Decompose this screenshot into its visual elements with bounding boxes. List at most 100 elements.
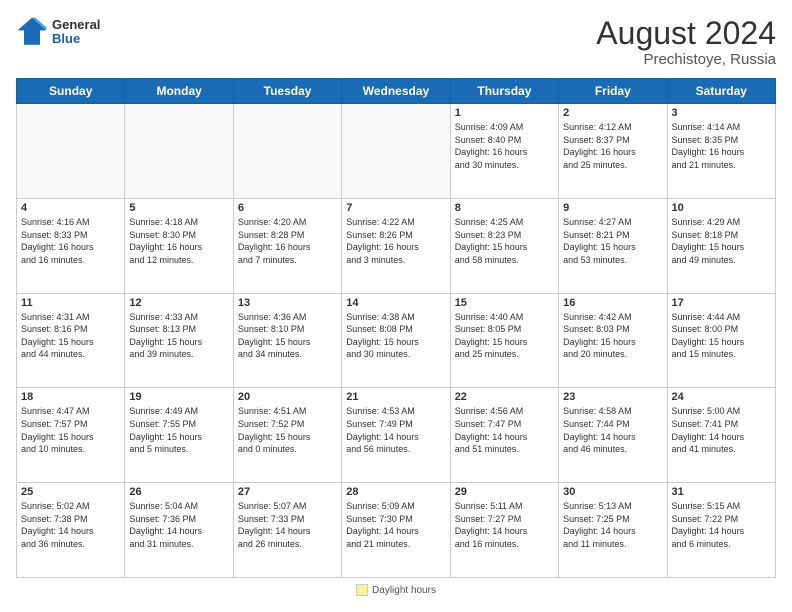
day-number: 27 — [238, 486, 337, 498]
day-info: Sunrise: 4:27 AM Sunset: 8:21 PM Dayligh… — [563, 216, 662, 266]
day-info: Sunrise: 4:22 AM Sunset: 8:26 PM Dayligh… — [346, 216, 445, 266]
day-info: Sunrise: 4:36 AM Sunset: 8:10 PM Dayligh… — [238, 311, 337, 361]
day-number: 7 — [346, 202, 445, 214]
calendar-cell: 21Sunrise: 4:53 AM Sunset: 7:49 PM Dayli… — [342, 388, 450, 483]
calendar-cell: 13 Sunrise: 4:36 AM Sunset: 8:10 PM Dayli… — [233, 293, 341, 388]
day-number: 9 — [563, 202, 662, 214]
calendar-cell: 8 Sunrise: 4:25 AM Sunset: 8:23 PM Daylig… — [450, 198, 558, 293]
calendar-week-2: 11 Sunrise: 4:31 AM Sunset: 8:16 PM Dayli… — [17, 293, 776, 388]
day-number: 11 — [21, 297, 120, 309]
logo-text: General Blue — [52, 18, 100, 47]
calendar-cell: 9 Sunrise: 4:27 AM Sunset: 8:21 PM Daylig… — [559, 198, 667, 293]
weekday-header-saturday: Saturday — [667, 79, 775, 104]
day-number: 10 — [672, 202, 771, 214]
weekday-header-thursday: Thursday — [450, 79, 558, 104]
day-info: Sunrise: 4:20 AM Sunset: 8:28 PM Dayligh… — [238, 216, 337, 266]
day-number: 24 — [672, 391, 771, 403]
day-number: 13 — [238, 297, 337, 309]
day-number: 14 — [346, 297, 445, 309]
calendar-cell: 12 Sunrise: 4:33 AM Sunset: 8:13 PM Dayli… — [125, 293, 233, 388]
day-info: Sunrise: 4:49 AM Sunset: 7:55 PM Dayligh… — [129, 405, 228, 455]
day-info: Sunrise: 4:47 AM Sunset: 7:57 PM Dayligh… — [21, 405, 120, 455]
daylight-legend-label: Daylight hours — [372, 585, 436, 596]
calendar-cell: 30 Sunrise: 5:13 AM Sunset: 7:25 PM Dayli… — [559, 483, 667, 578]
title-area: August 2024 Prechistoye, Russia — [596, 16, 776, 68]
day-info: Sunrise: 4:12 AM Sunset: 8:37 PM Dayligh… — [563, 121, 662, 171]
calendar-cell: 25 Sunrise: 5:02 AM Sunset: 7:38 PM Dayli… — [17, 483, 125, 578]
day-info: Sunrise: 4:51 AM Sunset: 7:52 PM Dayligh… — [238, 405, 337, 455]
day-info: Sunrise: 5:04 AM Sunset: 7:36 PM Dayligh… — [129, 500, 228, 550]
day-number: 18 — [21, 391, 120, 403]
calendar-cell: 2 Sunrise: 4:12 AM Sunset: 8:37 PM Daylig… — [559, 104, 667, 199]
weekday-header-row: SundayMondayTuesdayWednesdayThursdayFrid… — [17, 79, 776, 104]
day-info: Sunrise: 4:18 AM Sunset: 8:30 PM Dayligh… — [129, 216, 228, 266]
day-number: 4 — [21, 202, 120, 214]
day-number: 25 — [21, 486, 120, 498]
day-info: Sunrise: 5:15 AM Sunset: 7:22 PM Dayligh… — [672, 500, 771, 550]
day-number: 26 — [129, 486, 228, 498]
day-number: 6 — [238, 202, 337, 214]
weekday-header-sunday: Sunday — [17, 79, 125, 104]
footer: Daylight hours — [16, 584, 776, 596]
day-number: 12 — [129, 297, 228, 309]
calendar-table: SundayMondayTuesdayWednesdayThursdayFrid… — [16, 78, 776, 578]
day-info: Sunrise: 5:00 AM Sunset: 7:41 PM Dayligh… — [672, 405, 771, 455]
logo-line1: General — [52, 18, 100, 32]
day-number: 30 — [563, 486, 662, 498]
day-number: 5 — [129, 202, 228, 214]
calendar-cell: 18 Sunrise: 4:47 AM Sunset: 7:57 PM Dayli… — [17, 388, 125, 483]
calendar-cell — [125, 104, 233, 199]
day-number: 21 — [346, 391, 445, 403]
day-number: 2 — [563, 107, 662, 119]
day-info: Sunrise: 5:13 AM Sunset: 7:25 PM Dayligh… — [563, 500, 662, 550]
day-info: Sunrise: 4:58 AM Sunset: 7:44 PM Dayligh… — [563, 405, 662, 455]
calendar-cell: 11 Sunrise: 4:31 AM Sunset: 8:16 PM Dayli… — [17, 293, 125, 388]
calendar-week-1: 4 Sunrise: 4:16 AM Sunset: 8:33 PM Daylig… — [17, 198, 776, 293]
day-info: Sunrise: 4:16 AM Sunset: 8:33 PM Dayligh… — [21, 216, 120, 266]
day-info: Sunrise: 4:56 AM Sunset: 7:47 PM Dayligh… — [455, 405, 554, 455]
day-number: 29 — [455, 486, 554, 498]
day-info: Sunrise: 5:11 AM Sunset: 7:27 PM Dayligh… — [455, 500, 554, 550]
calendar-cell: 24 Sunrise: 5:00 AM Sunset: 7:41 PM Dayli… — [667, 388, 775, 483]
day-info: Sunrise: 4:31 AM Sunset: 8:16 PM Dayligh… — [21, 311, 120, 361]
day-info: Sunrise: 4:25 AM Sunset: 8:23 PM Dayligh… — [455, 216, 554, 266]
calendar-cell: 3Sunrise: 4:14 AM Sunset: 8:35 PM Daylig… — [667, 104, 775, 199]
day-info: Sunrise: 4:44 AM Sunset: 8:00 PM Dayligh… — [672, 311, 771, 361]
weekday-header-wednesday: Wednesday — [342, 79, 450, 104]
day-info: Sunrise: 4:14 AM Sunset: 8:35 PM Dayligh… — [672, 121, 771, 171]
calendar-cell: 27 Sunrise: 5:07 AM Sunset: 7:33 PM Dayli… — [233, 483, 341, 578]
daylight-legend-box — [356, 584, 368, 596]
weekday-header-monday: Monday — [125, 79, 233, 104]
day-number: 8 — [455, 202, 554, 214]
day-info: Sunrise: 4:33 AM Sunset: 8:13 PM Dayligh… — [129, 311, 228, 361]
day-info: Sunrise: 5:09 AM Sunset: 7:30 PM Dayligh… — [346, 500, 445, 550]
calendar-week-4: 25 Sunrise: 5:02 AM Sunset: 7:38 PM Dayli… — [17, 483, 776, 578]
day-number: 22 — [455, 391, 554, 403]
calendar-cell — [233, 104, 341, 199]
calendar-cell: 10Sunrise: 4:29 AM Sunset: 8:18 PM Dayli… — [667, 198, 775, 293]
calendar-cell: 26 Sunrise: 5:04 AM Sunset: 7:36 PM Dayli… — [125, 483, 233, 578]
day-info: Sunrise: 4:38 AM Sunset: 8:08 PM Dayligh… — [346, 311, 445, 361]
calendar-cell: 23 Sunrise: 4:58 AM Sunset: 7:44 PM Dayli… — [559, 388, 667, 483]
calendar-cell: 20Sunrise: 4:51 AM Sunset: 7:52 PM Dayli… — [233, 388, 341, 483]
day-number: 23 — [563, 391, 662, 403]
calendar-cell: 22 Sunrise: 4:56 AM Sunset: 7:47 PM Dayli… — [450, 388, 558, 483]
header: General Blue August 2024 Prechistoye, Ru… — [16, 16, 776, 68]
calendar-cell: 14 Sunrise: 4:38 AM Sunset: 8:08 PM Dayli… — [342, 293, 450, 388]
calendar-cell: 31 Sunrise: 5:15 AM Sunset: 7:22 PM Dayli… — [667, 483, 775, 578]
calendar-week-0: 1Sunrise: 4:09 AM Sunset: 8:40 PM Daylig… — [17, 104, 776, 199]
main-title: August 2024 — [596, 16, 776, 51]
calendar-cell: 4 Sunrise: 4:16 AM Sunset: 8:33 PM Daylig… — [17, 198, 125, 293]
day-number: 16 — [563, 297, 662, 309]
day-number: 15 — [455, 297, 554, 309]
day-info: Sunrise: 4:40 AM Sunset: 8:05 PM Dayligh… — [455, 311, 554, 361]
logo-line2: Blue — [52, 32, 100, 46]
calendar-cell: 1Sunrise: 4:09 AM Sunset: 8:40 PM Daylig… — [450, 104, 558, 199]
day-info: Sunrise: 4:09 AM Sunset: 8:40 PM Dayligh… — [455, 121, 554, 171]
day-info: Sunrise: 5:07 AM Sunset: 7:33 PM Dayligh… — [238, 500, 337, 550]
calendar-cell: 16Sunrise: 4:42 AM Sunset: 8:03 PM Dayli… — [559, 293, 667, 388]
calendar-cell: 17Sunrise: 4:44 AM Sunset: 8:00 PM Dayli… — [667, 293, 775, 388]
day-info: Sunrise: 5:02 AM Sunset: 7:38 PM Dayligh… — [21, 500, 120, 550]
logo-icon — [16, 16, 48, 48]
day-number: 31 — [672, 486, 771, 498]
